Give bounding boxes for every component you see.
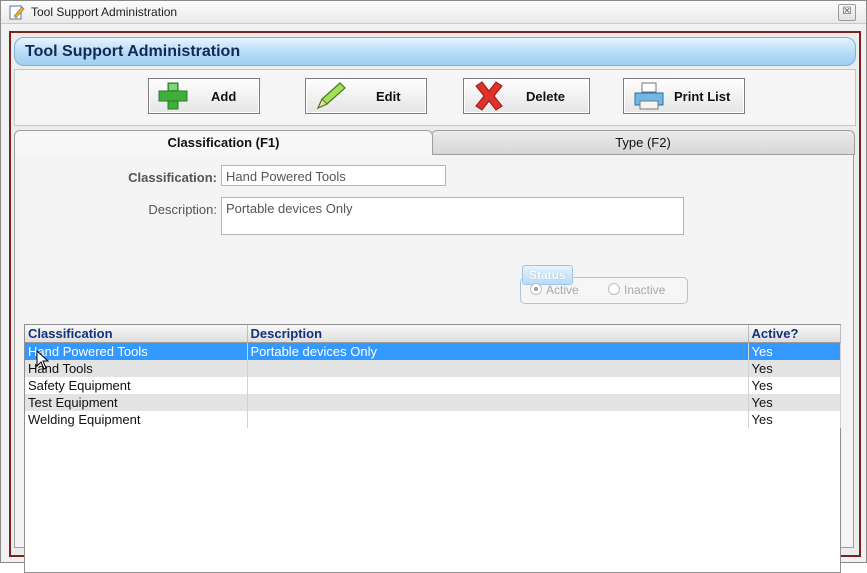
cell-active: Yes (748, 411, 841, 428)
active-radio[interactable]: Active (530, 283, 579, 297)
table-row[interactable]: Safety Equipment Yes (25, 377, 841, 394)
delete-label: Delete (526, 89, 566, 104)
cell-description (247, 411, 749, 428)
print-list-label: Print List (674, 89, 731, 104)
table-row[interactable]: Hand Powered Tools Portable devices Only… (25, 342, 841, 360)
print-list-button[interactable]: Print List (623, 78, 745, 114)
description-field[interactable]: Portable devices Only (221, 197, 684, 235)
delete-x-icon (475, 81, 503, 111)
header-bar: Tool Support Administration (14, 37, 856, 66)
description-label: Description: (148, 202, 217, 217)
add-label: Add (211, 89, 237, 104)
cell-classification: Safety Equipment (25, 377, 248, 394)
inactive-radio-label: Inactive (624, 283, 666, 297)
cell-active: Yes (748, 394, 841, 411)
classification-field[interactable]: Hand Powered Tools (221, 165, 446, 186)
edit-label: Edit (376, 89, 401, 104)
pencil-icon (316, 82, 346, 110)
tab-control: Classification (F1) Type (F2) Classifica… (14, 130, 855, 573)
printer-icon (634, 82, 664, 110)
classification-panel: Classification: Hand Powered Tools Descr… (14, 154, 854, 573)
mouse-pointer-icon (36, 350, 50, 370)
classification-grid[interactable]: Classification Description Active? Hand … (24, 324, 841, 573)
admin-frame: Tool Support Administration Add Edit Del… (9, 31, 861, 573)
table-row[interactable]: Welding Equipment Yes (25, 411, 841, 428)
cell-description (247, 394, 749, 411)
cell-description: Portable devices Only (247, 342, 749, 360)
active-radio-label: Active (546, 283, 579, 297)
table-row[interactable]: Test Equipment Yes (25, 394, 841, 411)
status-legend: Status (522, 265, 573, 285)
cell-active: Yes (748, 342, 841, 360)
cell-active: Yes (748, 377, 841, 394)
plus-icon (158, 82, 188, 110)
column-header-classification[interactable]: Classification (25, 325, 248, 343)
grid-header-row: Classification Description Active? (25, 325, 841, 343)
tab-classification[interactable]: Classification (F1) (14, 130, 433, 155)
page-title: Tool Support Administration (25, 43, 241, 60)
app-window: Tool Support Administration ☒ Tool Suppo… (0, 0, 867, 573)
column-header-description[interactable]: Description (247, 325, 749, 343)
edit-button[interactable]: Edit (305, 78, 427, 114)
table-row[interactable]: Hand Tools Yes (25, 360, 841, 377)
classification-label: Classification: (128, 170, 217, 185)
delete-button[interactable]: Delete (463, 78, 590, 114)
inactive-radio[interactable]: Inactive (608, 283, 665, 297)
cell-classification: Welding Equipment (25, 411, 248, 428)
column-header-active[interactable]: Active? (748, 325, 841, 343)
tab-type[interactable]: Type (F2) (431, 130, 855, 155)
cell-description (247, 360, 749, 377)
radio-empty-icon (608, 283, 620, 295)
cell-description (247, 377, 749, 394)
radio-selected-icon (530, 283, 542, 295)
toolbar: Add Edit Delete Print List (14, 69, 856, 126)
title-bar[interactable]: Tool Support Administration ☒ (1, 1, 866, 24)
status-group: Status Active Inactive (520, 265, 688, 305)
app-pencil-icon (9, 4, 25, 20)
cell-classification: Hand Tools (25, 360, 248, 377)
close-icon[interactable]: ☒ (838, 4, 856, 21)
window-title: Tool Support Administration (31, 5, 178, 19)
cell-active: Yes (748, 360, 841, 377)
cell-classification: Hand Powered Tools (25, 342, 248, 360)
add-button[interactable]: Add (148, 78, 260, 114)
cell-classification: Test Equipment (25, 394, 248, 411)
